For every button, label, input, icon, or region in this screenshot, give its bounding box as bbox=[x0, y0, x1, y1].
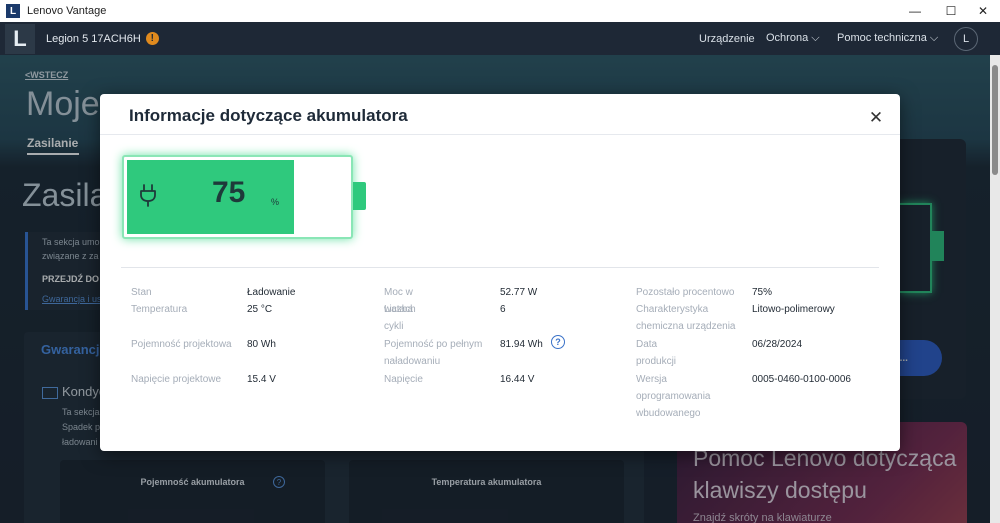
battery-tip bbox=[353, 182, 366, 210]
detail-label: Temperatura bbox=[131, 304, 188, 315]
detail-label: Stan bbox=[131, 287, 152, 298]
detail-value: 81.94 Wh bbox=[500, 339, 543, 350]
scrollbar-thumb[interactable] bbox=[992, 65, 998, 175]
detail-label: Data produkcji bbox=[636, 339, 677, 367]
window-title-bar: L Lenovo Vantage — ☐ ✕ bbox=[0, 0, 1000, 22]
app-header: L Legion 5 17ACH6H ! Urządzenie Ochrona … bbox=[0, 22, 1000, 55]
dialog-title: Informacje dotyczące akumulatora bbox=[129, 106, 408, 125]
app-logo-icon: L bbox=[6, 4, 20, 18]
header-divider bbox=[100, 134, 900, 135]
help-icon[interactable]: ? bbox=[551, 335, 565, 349]
detail-label: Napięcie projektowe bbox=[131, 374, 222, 385]
scrollbar[interactable] bbox=[990, 55, 1000, 523]
nav-security[interactable]: Ochrona ⌵ bbox=[766, 22, 820, 55]
detail-value: 75% bbox=[752, 287, 773, 298]
detail-value: 25 °C bbox=[247, 304, 273, 315]
detail-value: 16.44 V bbox=[500, 374, 535, 385]
device-name[interactable]: Legion 5 17ACH6H bbox=[46, 33, 141, 45]
detail-value: Ładowanie bbox=[247, 287, 296, 298]
battery-level-indicator: 75 % bbox=[122, 155, 353, 239]
battery-percent: 75 bbox=[212, 176, 246, 209]
detail-value: 80 Wh bbox=[247, 339, 276, 350]
close-icon[interactable]: ✕ bbox=[865, 107, 887, 129]
maximize-button[interactable]: ☐ bbox=[934, 0, 968, 22]
detail-label: Napięcie bbox=[384, 374, 423, 385]
detail-label: Pozostało procentowo bbox=[636, 287, 735, 298]
detail-label: Liczba cykli bbox=[384, 304, 413, 332]
detail-value: 0005-0460-0100-0006 bbox=[752, 374, 851, 385]
nav-support[interactable]: Pomoc techniczna ⌵ bbox=[837, 22, 938, 55]
detail-label: Pojemność projektowa bbox=[131, 339, 232, 350]
detail-value: 6 bbox=[500, 304, 506, 315]
nav-device[interactable]: Urządzenie bbox=[699, 22, 755, 55]
window-title: Lenovo Vantage bbox=[27, 5, 107, 17]
battery-percent-unit: % bbox=[271, 197, 280, 207]
detail-value: 06/28/2024 bbox=[752, 339, 803, 350]
battery-info-dialog: Informacje dotyczące akumulatora ✕ 75 % … bbox=[100, 94, 900, 451]
close-window-button[interactable]: ✕ bbox=[966, 0, 1000, 22]
vantage-logo-icon[interactable]: L bbox=[5, 23, 35, 54]
plug-icon bbox=[140, 184, 156, 207]
warning-icon[interactable]: ! bbox=[145, 32, 159, 45]
detail-value: 15.4 V bbox=[247, 374, 276, 385]
detail-value: Litowo-polimerowy bbox=[752, 304, 835, 315]
detail-label: Wersja oprogramowania wbudowanego bbox=[636, 374, 711, 419]
avatar[interactable]: L bbox=[954, 27, 978, 51]
section-divider bbox=[121, 267, 879, 268]
detail-label: Charakterystyka chemiczna urządzenia bbox=[636, 304, 736, 332]
minimize-button[interactable]: — bbox=[898, 0, 932, 22]
detail-value: 52.77 W bbox=[500, 287, 538, 298]
detail-label: Pojemność po pełnym naładowaniu bbox=[384, 339, 483, 367]
